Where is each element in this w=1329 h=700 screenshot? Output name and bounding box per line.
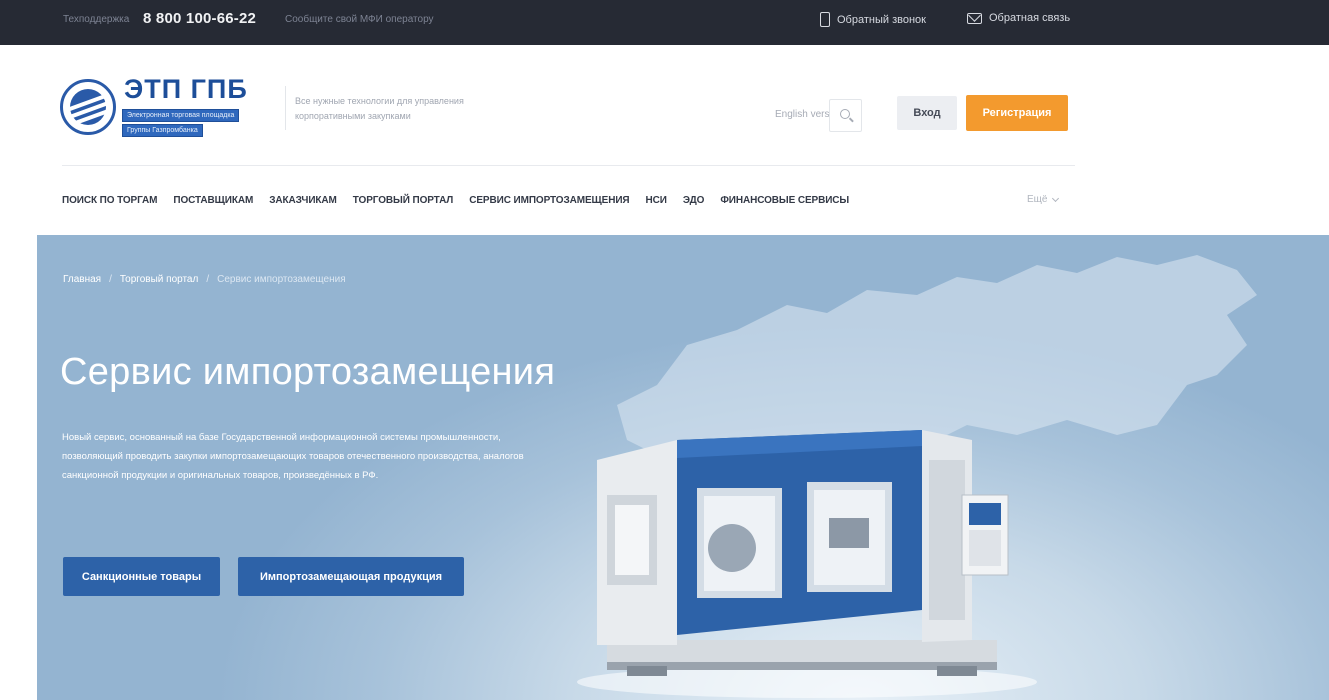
page-title: Сервис импортозамещения [60, 351, 556, 393]
lathe-machine-image [577, 430, 1037, 698]
nav-item-import-substitution[interactable]: СЕРВИС ИМПОРТОЗАМЕЩЕНИЯ [469, 195, 629, 206]
breadcrumb-trade-portal[interactable]: Торговый портал [120, 274, 199, 285]
register-button[interactable]: Регистрация [966, 95, 1068, 131]
phone-icon [820, 12, 830, 27]
nav-item-nsi[interactable]: НСИ [646, 195, 667, 206]
header-description: Все нужные технологии для управления кор… [295, 96, 464, 121]
logo-emblem-icon [60, 79, 116, 135]
top-bar: Техподдержка 8 800 100-66-22 Сообщите св… [0, 0, 1329, 45]
logo-tagline: Электронная торговая площадка [122, 109, 240, 122]
nav-item-search-tenders[interactable]: ПОИСК ПО ТОРГАМ [62, 195, 158, 206]
nav-item-trade-portal[interactable]: ТОРГОВЫЙ ПОРТАЛ [353, 195, 454, 206]
hero-description: Новый сервис, основанный на базе Государ… [62, 432, 524, 481]
header-divider [285, 86, 286, 130]
nav-item-suppliers[interactable]: ПОСТАВЩИКАМ [173, 195, 253, 206]
search-icon [840, 109, 850, 119]
nav-item-edo[interactable]: ЭДО [683, 195, 705, 206]
nav-item-financial-services[interactable]: ФИНАНСОВЫЕ СЕРВИСЫ [720, 195, 849, 206]
header-separator [62, 165, 1075, 166]
nav-more-dropdown[interactable]: Ещё [1027, 194, 1060, 205]
breadcrumb: Главная / Торговый портал / Сервис импор… [63, 274, 346, 285]
hero-banner: Главная / Торговый портал / Сервис импор… [37, 235, 1329, 700]
main-nav: ПОИСК ПО ТОРГАМ ПОСТАВЩИКАМ ЗАКАЗЧИКАМ Т… [62, 195, 865, 206]
logo-tagline-group: Группы Газпромбанка [122, 124, 203, 137]
feedback-link[interactable]: Обратная связь [967, 12, 1070, 24]
nav-more-label: Ещё [1027, 194, 1048, 205]
callback-label: Обратный звонок [837, 13, 926, 26]
mfi-operator-text: Сообщите свой МФИ оператору [285, 14, 434, 25]
callback-link[interactable]: Обратный звонок [820, 12, 926, 27]
import-substitution-products-button[interactable]: Импортозамещающая продукция [238, 557, 464, 596]
logo-title: ЭТП ГПБ [124, 74, 248, 104]
breadcrumb-home[interactable]: Главная [63, 274, 101, 285]
login-button[interactable]: Вход [897, 96, 957, 130]
envelope-icon [967, 12, 982, 24]
support-phone-link[interactable]: 8 800 100-66-22 [143, 10, 256, 27]
chevron-down-icon [1052, 194, 1060, 202]
support-label: Техподдержка [63, 14, 130, 25]
breadcrumb-current: Сервис импортозамещения [217, 274, 346, 285]
sanctioned-goods-button[interactable]: Санкционные товары [63, 557, 220, 596]
search-button[interactable] [829, 99, 862, 132]
nav-item-customers[interactable]: ЗАКАЗЧИКАМ [269, 195, 337, 206]
feedback-label: Обратная связь [989, 12, 1071, 24]
